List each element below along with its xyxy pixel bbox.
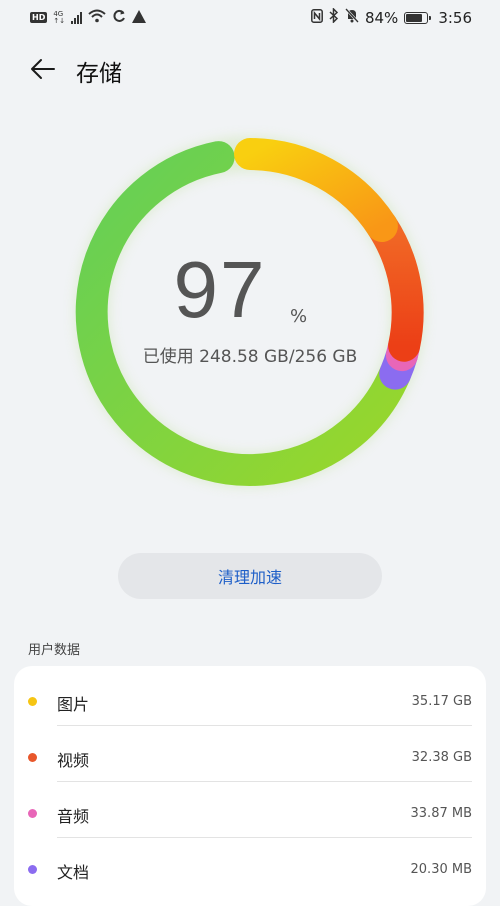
list-item-video[interactable]: 视频 32.38 GB	[14, 726, 486, 782]
wifi-icon	[88, 8, 106, 27]
nfc-icon	[311, 8, 323, 27]
arrow-left-icon	[31, 59, 55, 79]
battery-fill	[406, 13, 423, 22]
item-label: 音频	[57, 807, 90, 826]
item-label: 视频	[57, 751, 90, 770]
network-activity-label: ↑↓	[53, 16, 66, 25]
page-title: 存储	[76, 61, 122, 87]
item-size: 33.87 MB	[410, 806, 472, 821]
header: 存储	[0, 46, 500, 92]
sync-icon	[112, 8, 126, 27]
percent-sign: %	[290, 306, 308, 327]
clock: 3:56	[438, 8, 472, 27]
item-size: 32.38 GB	[411, 750, 472, 765]
network-type: 4G ↑↓	[53, 10, 66, 25]
status-right: 84% 3:56	[311, 7, 472, 27]
item-label: 文档	[57, 863, 90, 882]
battery-percent: 84%	[364, 8, 399, 27]
ring-segment-video	[365, 210, 424, 362]
clean-accelerate-button[interactable]: 清理加速	[118, 553, 382, 599]
bluetooth-icon	[329, 7, 339, 27]
category-dot	[28, 753, 37, 762]
user-data-list: 图片 35.17 GB 视频 32.38 GB 音频 33.87 MB 文档 2…	[14, 666, 486, 906]
signal-icon	[71, 11, 83, 24]
hd-badge: HD	[30, 12, 48, 23]
ring-segment-images	[234, 138, 398, 242]
category-dot	[28, 809, 37, 818]
usage-percent: 97	[173, 245, 267, 334]
warning-icon	[132, 8, 147, 27]
status-left: HD 4G ↑↓	[30, 8, 147, 27]
list-item-audio[interactable]: 音频 33.87 MB	[14, 782, 486, 838]
mute-bell-icon	[345, 8, 359, 27]
list-item-images[interactable]: 图片 35.17 GB	[14, 670, 486, 726]
item-size: 35.17 GB	[411, 694, 472, 709]
list-item-documents[interactable]: 文档 20.30 MB	[14, 838, 486, 894]
back-button[interactable]	[26, 52, 60, 86]
item-label: 图片	[57, 695, 90, 714]
category-dot	[28, 697, 37, 706]
category-dot	[28, 865, 37, 874]
status-bar: HD 4G ↑↓ 84% 3:56	[0, 0, 500, 34]
item-size: 20.30 MB	[410, 862, 472, 877]
section-label-user-data: 用户数据	[28, 643, 81, 658]
usage-summary: 已使用 248.58 GB/256 GB	[142, 347, 358, 367]
battery-icon	[404, 11, 432, 24]
